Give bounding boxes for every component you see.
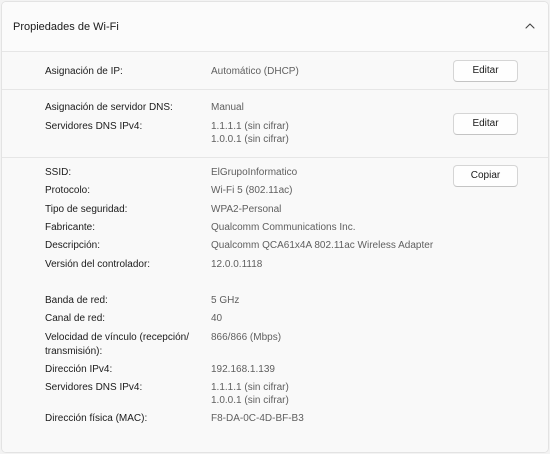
dns-server-2-value: 1.0.0.1 (sin cifrar) — [211, 134, 289, 145]
ssid-label: SSID: — [45, 167, 72, 178]
network-band-label: Banda de red: — [45, 295, 108, 306]
ip-assignment-label: Asignación de IP: — [45, 66, 123, 77]
wifi-properties-panel: Propiedades de Wi-Fi Asignación de IP: A… — [1, 1, 549, 453]
driver-version-label: Versión del controlador: — [45, 259, 151, 270]
ip-assignment-section: Asignación de IP: Automático (DHCP) Edit… — [2, 52, 548, 90]
ipv4-dns-server-1-value: 1.1.1.1 (sin cifrar) — [211, 382, 289, 393]
ipv4-address-label: Dirección IPv4: — [45, 364, 113, 375]
description-value: Qualcomm QCA61x4A 802.11ac Wireless Adap… — [211, 240, 434, 251]
edit-dns-button[interactable]: Editar — [453, 113, 518, 135]
dns-assignment-section: Asignación de servidor DNS: Manual Servi… — [2, 90, 548, 158]
ip-assignment-value: Automático (DHCP) — [211, 66, 299, 77]
dns-servers-label: Servidores DNS IPv4: — [45, 121, 143, 132]
copy-button[interactable]: Copiar — [453, 165, 518, 187]
mac-address-label: Dirección física (MAC): — [45, 413, 148, 424]
page-title: Propiedades de Wi-Fi — [13, 21, 119, 33]
mac-address-value: F8-DA-0C-4D-BF-B3 — [211, 413, 304, 424]
security-type-label: Tipo de seguridad: — [45, 204, 128, 215]
connection-details-section: Copiar SSID: ElGrupoInformatico Protocol… — [2, 158, 548, 452]
wifi-properties-header[interactable]: Propiedades de Wi-Fi — [2, 2, 548, 52]
network-channel-value: 40 — [211, 313, 223, 324]
network-band-value: 5 GHz — [211, 295, 240, 306]
manufacturer-label: Fabricante: — [45, 222, 96, 233]
description-label: Descripción: — [45, 240, 101, 251]
ssid-value: ElGrupoInformatico — [211, 167, 298, 178]
edit-ip-button[interactable]: Editar — [453, 60, 518, 82]
link-speed-label-line2: transmisión): — [45, 346, 103, 357]
link-speed-value: 866/866 (Mbps) — [211, 332, 282, 343]
ipv4-dns-server-2-value: 1.0.0.1 (sin cifrar) — [211, 395, 289, 406]
protocol-value: Wi-Fi 5 (802.11ac) — [211, 185, 293, 196]
driver-version-value: 12.0.0.1118 — [211, 259, 263, 270]
ipv4-address-value: 192.168.1.139 — [211, 364, 275, 375]
security-type-value: WPA2-Personal — [211, 204, 282, 215]
manufacturer-value: Qualcomm Communications Inc. — [211, 222, 356, 233]
chevron-up-icon[interactable] — [524, 21, 536, 31]
link-speed-label-line1: Velocidad de vínculo (recepción/ — [45, 332, 189, 343]
dns-server-1-value: 1.1.1.1 (sin cifrar) — [211, 121, 289, 132]
protocol-label: Protocolo: — [45, 185, 91, 196]
network-channel-label: Canal de red: — [45, 313, 106, 324]
dns-assignment-value: Manual — [211, 102, 244, 113]
dns-assignment-label: Asignación de servidor DNS: — [45, 102, 173, 113]
ipv4-dns-servers-label: Servidores DNS IPv4: — [45, 382, 143, 393]
